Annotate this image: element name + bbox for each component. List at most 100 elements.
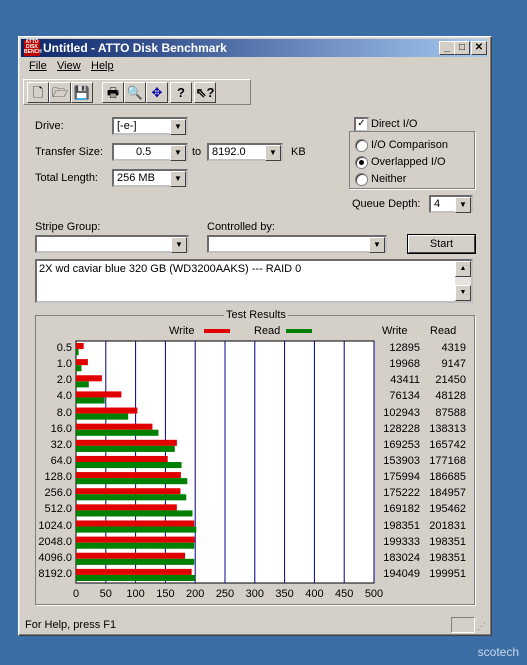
overlapped-io-radio[interactable] xyxy=(355,156,368,169)
controlled-by-label: Controlled by: xyxy=(207,221,275,233)
read-value-cell: 177168 xyxy=(429,455,466,467)
neither-radio[interactable] xyxy=(355,173,368,186)
block-size-label: 8.0 xyxy=(56,406,72,419)
read-bar xyxy=(76,542,195,549)
write-value-cell: 169253 xyxy=(383,438,420,451)
chevron-down-icon[interactable]: ▼ xyxy=(170,145,186,161)
start-button[interactable]: Start xyxy=(408,235,475,253)
read-bar xyxy=(76,445,175,452)
read-value-cell: 184957 xyxy=(429,487,466,500)
write-value-cell: 153903 xyxy=(383,455,420,467)
read-bar xyxy=(76,349,79,356)
read-bar xyxy=(76,494,187,501)
transfer-from-value: 0.5 xyxy=(136,146,152,158)
read-bar xyxy=(76,381,89,388)
write-bar xyxy=(76,375,102,382)
transfer-from-select[interactable]: 0.5 ▼ xyxy=(112,143,188,161)
menu-help[interactable]: Help xyxy=(91,60,114,72)
transfer-to-select[interactable]: 8192.0 ▼ xyxy=(207,143,283,161)
chevron-down-icon[interactable]: ▼ xyxy=(171,237,187,253)
chevron-down-icon[interactable]: ▼ xyxy=(170,171,186,187)
description-textarea[interactable]: 2X wd caviar blue 320 GB (WD3200AAKS) --… xyxy=(35,259,473,303)
x-tick-label: 50 xyxy=(100,588,112,600)
read-bar xyxy=(76,558,195,565)
x-tick-label: 0 xyxy=(73,588,79,600)
write-bar xyxy=(76,343,84,350)
read-bar xyxy=(76,413,129,420)
status-text: For Help, press F1 xyxy=(25,619,117,631)
print-icon[interactable]: 🖶 xyxy=(102,82,124,103)
toolbar: 🗋 🗁 💾 🖶 🔍 ✥ ? ⇖? xyxy=(23,79,251,105)
read-value-cell: 4319 xyxy=(441,342,466,355)
read-bar xyxy=(76,365,82,372)
chevron-down-icon[interactable]: ▼ xyxy=(265,145,281,161)
read-bar xyxy=(76,478,188,485)
io-comparison-label: I/O Comparison xyxy=(371,139,449,151)
queue-depth-select[interactable]: 4 ▼ xyxy=(429,195,473,213)
new-icon[interactable]: 🗋 xyxy=(27,82,49,103)
controlled-by-select[interactable]: ▼ xyxy=(207,235,387,253)
read-bar xyxy=(76,574,196,581)
read-bar xyxy=(76,462,182,469)
block-size-label: 16.0 xyxy=(50,422,72,435)
read-value-cell: 198351 xyxy=(429,535,466,548)
overlapped-io-label: Overlapped I/O xyxy=(371,156,446,168)
description-scrollbar[interactable]: ▲ ▼ xyxy=(455,261,471,301)
block-size-label: 32.0 xyxy=(50,438,72,451)
maximize-button[interactable]: □ xyxy=(454,41,470,55)
x-tick-label: 200 xyxy=(186,588,204,600)
scroll-up-icon[interactable]: ▲ xyxy=(455,261,471,277)
stripe-group-select[interactable]: ▼ xyxy=(35,235,189,253)
direct-io-checkbox[interactable]: ✓ xyxy=(354,117,369,132)
read-value-cell: 201831 xyxy=(429,519,466,532)
write-value-cell: 194049 xyxy=(383,567,420,580)
block-size-label: 1.0 xyxy=(56,358,72,371)
scroll-down-icon[interactable]: ▼ xyxy=(455,285,471,301)
write-bar xyxy=(76,455,168,462)
x-tick-label: 100 xyxy=(126,588,144,600)
x-tick-label: 150 xyxy=(156,588,174,600)
title-bar[interactable]: ATTO DISK BENCH Untitled - ATTO Disk Bench… xyxy=(21,39,487,57)
status-pane xyxy=(451,617,475,633)
read-bar xyxy=(76,397,105,404)
drive-select[interactable]: [-e-] ▼ xyxy=(112,117,188,135)
open-icon[interactable]: 🗁 xyxy=(49,82,71,103)
total-length-label: Total Length: xyxy=(35,172,98,184)
write-bar xyxy=(76,520,195,527)
save-icon[interactable]: 💾 xyxy=(71,82,93,103)
write-bar xyxy=(76,407,138,414)
chevron-down-icon[interactable]: ▼ xyxy=(455,197,471,213)
block-size-label: 512.0 xyxy=(44,503,72,516)
write-value-cell: 12895 xyxy=(389,342,420,355)
block-size-label: 0.5 xyxy=(56,342,72,355)
block-size-label: 128.0 xyxy=(44,471,72,484)
write-value-cell: 128228 xyxy=(383,422,420,435)
write-value-cell: 183024 xyxy=(383,551,420,564)
total-length-select[interactable]: 256 MB ▼ xyxy=(112,169,188,187)
print-preview-icon[interactable]: 🔍 xyxy=(124,82,146,103)
window-title: Untitled - ATTO Disk Benchmark xyxy=(43,41,227,55)
chevron-down-icon[interactable]: ▼ xyxy=(369,237,385,253)
watermark-text: scotech xyxy=(477,645,519,659)
minimize-button[interactable]: _ xyxy=(439,41,455,55)
chevron-down-icon[interactable]: ▼ xyxy=(170,119,186,135)
resize-grip-icon[interactable]: ⋰ xyxy=(477,621,486,632)
read-value-cell: 138313 xyxy=(429,422,466,435)
read-value-cell: 198351 xyxy=(429,551,466,564)
close-button[interactable]: ✕ xyxy=(471,41,487,55)
move-icon[interactable]: ✥ xyxy=(146,82,168,103)
io-comparison-radio[interactable] xyxy=(355,139,368,152)
x-tick-label: 450 xyxy=(335,588,353,600)
menu-view[interactable]: View xyxy=(57,60,81,72)
x-tick-label: 300 xyxy=(246,588,264,600)
write-bar xyxy=(76,439,177,446)
write-value-cell: 199333 xyxy=(383,535,420,548)
write-bar xyxy=(76,568,192,575)
stripe-group-label: Stripe Group: xyxy=(35,221,101,233)
help-icon[interactable]: ? xyxy=(170,82,192,103)
context-help-icon[interactable]: ⇖? xyxy=(194,82,216,103)
app-icon: ATTO DISK BENCH xyxy=(24,39,42,56)
menu-file[interactable]: File xyxy=(29,60,47,72)
write-value-cell: 43411 xyxy=(390,374,420,387)
read-value-cell: 186685 xyxy=(429,471,466,484)
